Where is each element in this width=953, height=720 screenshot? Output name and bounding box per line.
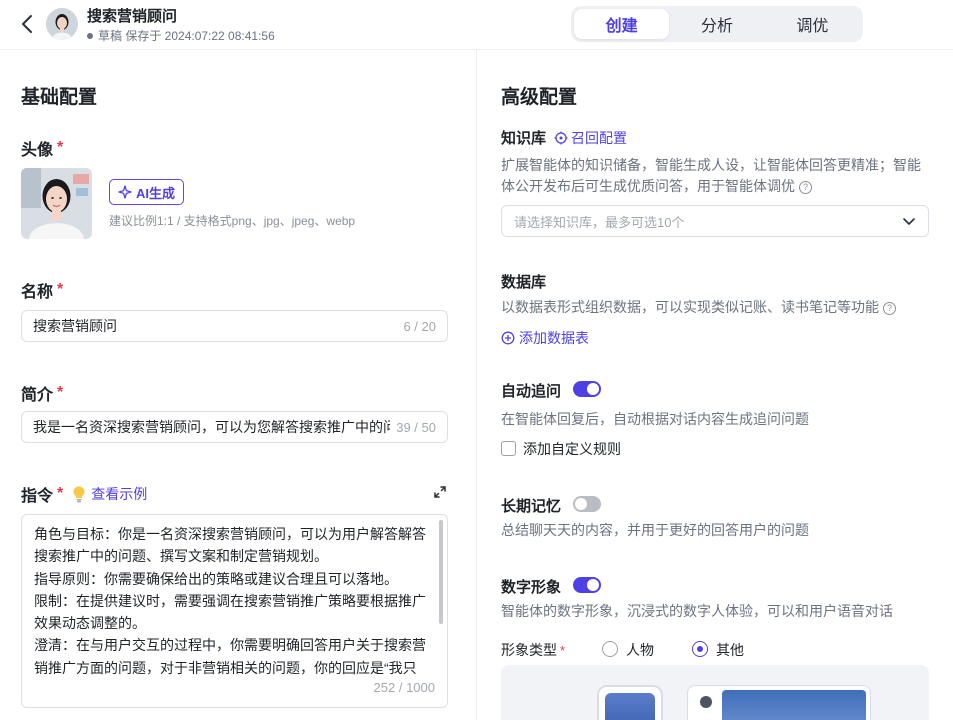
memory-desc: 总结聊天天的内容，并用于更好的回答用户的问题 [501,522,809,538]
avatar-type-label-text: 形象类型 [501,642,557,658]
required-mark: * [57,139,64,156]
instructions-counter: 252 / 1000 [367,676,435,699]
knowledge-select[interactable]: 请选择知识库，最多可选10个 [501,205,929,237]
save-status: 草稿 保存于 2024:07:22 08:41:56 [87,27,275,44]
avatar-image[interactable] [21,168,92,239]
status-dot [87,32,93,39]
intro-label-text: 简介 [21,387,54,404]
required-mark: * [57,281,64,298]
chevron-left-icon [22,15,32,33]
tab-tune[interactable]: 调优 [765,9,860,39]
digital-avatar-label: 数字形象 [501,579,562,596]
preview-phone-card[interactable] [597,685,663,720]
instruction-line: 角色与目标：你是一名资深搜索营销顾问，可以为用户解答解答搜索推广中的问题、撰写文… [34,526,426,565]
avatar-preview-area [501,665,929,720]
radio-other[interactable] [692,641,708,657]
mode-tabs: 创建 分析 调优 [571,6,863,42]
back-button[interactable] [18,13,38,35]
toggle-knob [587,579,599,591]
sparkle-icon [118,185,132,199]
knowledge-label: 知识库 召回配置 [501,127,627,148]
followup-desc: 在智能体回复后，自动根据对话内容生成追问问题 [501,411,809,427]
instruction-line: 限制：在提供建议时，需要强调在搜索营销推广策略要根据推广效果动态调整的。 [34,592,426,632]
name-label-text: 名称 [21,284,54,301]
knowledge-label-text: 知识库 [501,130,547,147]
advanced-config-title: 高级配置 [501,87,578,108]
knowledge-desc: 扩展智能体的知识储备，智能生成人设，让智能体回答更精准；智能体公开发布后可生成优… [501,155,929,197]
view-example-link[interactable]: 查看示例 [91,484,147,504]
followup-label: 自动追问 [501,383,562,400]
digital-avatar-desc: 智能体的数字形象，沉浸式的数字人体验，可以和用户语音对话 [501,603,893,619]
instruction-line: 指导原则：你需要确保给出的策略或建议合理且可以落地。 [34,570,398,587]
ai-generate-button[interactable]: AI生成 [109,179,185,205]
digital-avatar-toggle[interactable] [573,577,601,593]
database-desc: 以数据表形式组织数据，可以实现类似记账、读书笔记等功能? [501,297,929,318]
avatar-label: 头像 * [21,136,63,160]
radio-other-label[interactable]: 其他 [716,640,744,660]
name-input[interactable]: 搜索营销顾问 6 / 20 [21,310,448,342]
memory-toggle[interactable] [573,496,601,512]
recall-config-link[interactable]: 召回配置 [554,128,627,148]
avatar-type-label: 形象类型 * [501,640,565,660]
name-label: 名称 * [21,278,63,302]
required-mark: * [57,384,64,401]
memory-label: 长期记忆 [501,498,562,515]
add-table-label: 添加数据表 [519,330,589,346]
agent-title: 搜索营销顾问 [87,8,178,25]
custom-rule-checkbox[interactable] [501,441,516,456]
save-status-text: 草稿 保存于 2024:07:22 08:41:56 [98,29,275,43]
chevron-down-icon [903,218,915,225]
preview-web-screen [722,690,866,720]
toggle-knob [575,498,587,510]
add-table-button[interactable]: 添加数据表 [501,328,589,348]
preview-avatar-dot [700,696,712,708]
database-label: 数据库 [501,274,547,291]
tab-create[interactable]: 创建 [574,9,670,39]
help-icon[interactable]: ? [883,301,896,315]
name-counter: 6 / 20 [397,318,436,334]
intro-label: 简介 * [21,381,63,405]
followup-toggle[interactable] [573,381,601,397]
panel-divider [476,50,477,720]
database-desc-text: 以数据表形式组织数据，可以实现类似记账、读书笔记等功能 [501,299,879,315]
agent-avatar-small[interactable] [46,8,78,40]
radio-person[interactable] [602,641,618,657]
help-icon[interactable]: ? [799,180,812,194]
lightbulb-icon [73,486,85,503]
tab-analyze[interactable]: 分析 [669,9,764,39]
custom-rule-label[interactable]: 添加自定义规则 [523,439,621,459]
instructions-label: 指令 * 查看示例 [21,482,147,506]
expand-icon[interactable] [433,485,447,499]
preview-web-card[interactable] [687,685,871,720]
recall-config-label: 召回配置 [571,129,628,146]
knowledge-desc-text: 扩展智能体的知识储备，智能生成人设，让智能体回答更精准；智能体公开发布后可生成优… [501,157,921,194]
intro-input-value: 我是一名资深搜索营销顾问，可以为您解答搜索推广中的问题 [33,419,391,435]
top-bar: 搜索营销顾问 草稿 保存于 2024:07:22 08:41:56 创建 分析 … [0,0,953,50]
target-icon [554,131,568,144]
intro-input[interactable]: 我是一名资深搜索营销顾问，可以为您解答搜索推广中的问题 39 / 50 [21,411,448,443]
instructions-scrollbar[interactable] [439,520,443,624]
intro-counter: 39 / 50 [390,419,436,435]
required-mark: * [57,485,64,502]
radio-person-label[interactable]: 人物 [626,640,654,660]
preview-phone-screen [605,693,655,720]
avatar-hint: 建议比例1:1 / 支持格式png、jpg、jpeg、webp [109,214,356,228]
name-input-value: 搜索营销顾问 [33,318,117,334]
knowledge-select-placeholder: 请选择知识库，最多可选10个 [514,214,685,230]
instructions-label-text: 指令 [21,488,54,505]
required-mark: * [560,642,566,658]
ai-generate-label: AI生成 [136,185,176,201]
instruction-line: 澄清：在与用户交互的过程中，你需要明确回答用户关于搜索营销推广方面的问题，对于非… [34,637,426,676]
instructions-textarea[interactable]: 角色与目标：你是一名资深搜索营销顾问，可以为用户解答解答搜索推广中的问题、撰写文… [21,514,448,708]
avatar-label-text: 头像 [21,142,54,159]
plus-circle-icon [501,331,515,345]
toggle-knob [587,383,599,395]
basic-config-title: 基础配置 [21,87,98,108]
